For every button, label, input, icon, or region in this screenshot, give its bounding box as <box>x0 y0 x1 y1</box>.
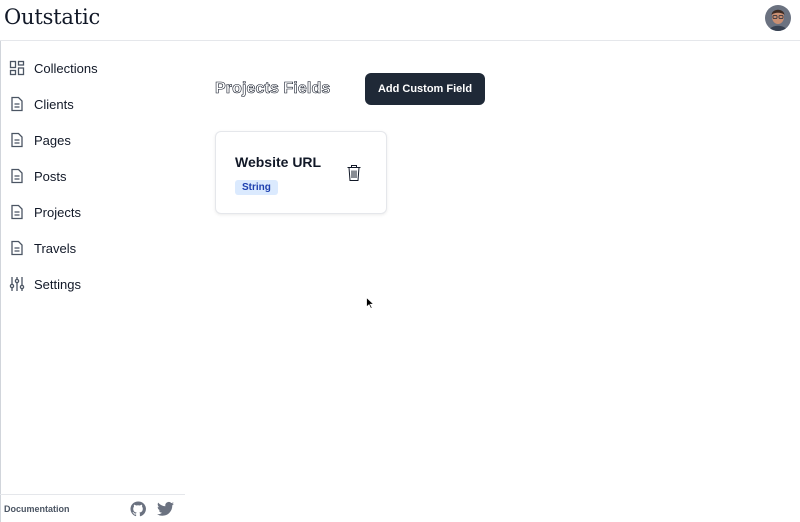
page-title: Projects Fields <box>215 80 331 98</box>
field-type-badge: String <box>235 180 278 195</box>
sidebar-item-clients[interactable]: Clients <box>0 86 185 122</box>
main-content: Projects Fields Add Custom Field Website… <box>185 41 800 522</box>
sidebar-item-label: Pages <box>34 132 71 148</box>
sidebar: Collections Clients Pages Posts Projects… <box>0 41 185 522</box>
sidebar-item-label: Clients <box>34 96 74 112</box>
document-icon <box>9 96 25 112</box>
documentation-link[interactable]: Documentation <box>4 504 70 514</box>
user-avatar[interactable] <box>765 5 791 31</box>
sidebar-item-projects[interactable]: Projects <box>0 194 185 230</box>
sidebar-nav: Collections Clients Pages Posts Projects… <box>0 50 185 302</box>
sidebar-item-posts[interactable]: Posts <box>0 158 185 194</box>
mouse-cursor-icon <box>366 296 375 310</box>
sidebar-item-collections[interactable]: Collections <box>0 50 185 86</box>
sliders-icon <box>9 276 25 292</box>
document-icon <box>9 240 25 256</box>
document-icon <box>9 168 25 184</box>
document-icon <box>9 132 25 148</box>
sidebar-item-label: Posts <box>34 168 67 184</box>
add-custom-field-button[interactable]: Add Custom Field <box>365 73 485 105</box>
brand-logo[interactable]: Outstatic <box>4 5 100 29</box>
twitter-icon[interactable] <box>157 501 174 517</box>
sidebar-item-label: Collections <box>34 60 98 76</box>
sidebar-item-label: Projects <box>34 204 81 220</box>
github-icon[interactable] <box>130 501 146 517</box>
delete-field-button[interactable] <box>346 164 362 182</box>
top-bar: Outstatic <box>0 0 800 41</box>
sidebar-item-travels[interactable]: Travels <box>0 230 185 266</box>
field-card[interactable]: Website URL String <box>215 131 387 214</box>
document-icon <box>9 204 25 220</box>
sidebar-item-settings[interactable]: Settings <box>0 266 185 302</box>
field-name: Website URL <box>235 154 322 170</box>
sidebar-item-pages[interactable]: Pages <box>0 122 185 158</box>
collections-grid-icon <box>9 60 25 76</box>
sidebar-item-label: Travels <box>34 240 77 256</box>
sidebar-footer: Documentation <box>0 494 185 522</box>
sidebar-item-label: Settings <box>34 276 81 292</box>
